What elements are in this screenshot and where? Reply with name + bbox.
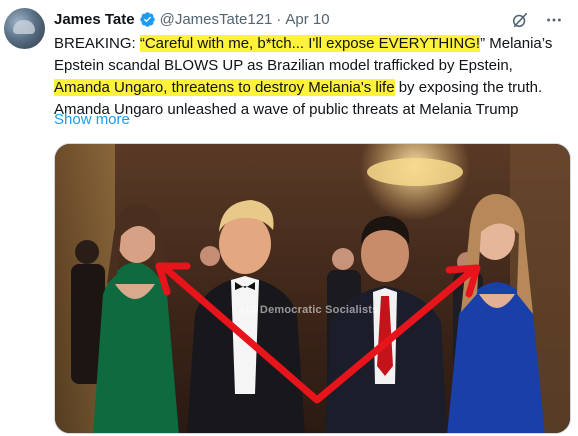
verified-badge-icon[interactable] [139, 11, 156, 28]
user-name[interactable]: James Tate [54, 11, 135, 28]
tweet-text-line: BREAKING: “Careful with me, b*tch... I'l… [54, 33, 574, 55]
avatar-image [13, 20, 35, 34]
separator-dot: · [276, 10, 282, 28]
more-icon[interactable] [544, 10, 564, 30]
highlighted-phrase: Amanda Ungaro, threatens to destroy Mela… [54, 79, 395, 96]
chandelier [367, 158, 463, 186]
grok-icon[interactable] [510, 10, 530, 30]
text-segment: BREAKING: [54, 35, 140, 52]
tweet-actions [510, 10, 564, 30]
user-handle[interactable]: @JamesTate121 [160, 11, 273, 28]
photo-illustration [55, 144, 570, 433]
tweet-header: James Tate @JamesTate121 · Apr 10 [54, 8, 330, 30]
tweet-text-line: Amanda Ungaro unleashed a wave of public… [54, 101, 519, 118]
face [219, 214, 271, 274]
guest-head [332, 248, 354, 270]
tweet-media-photo[interactable]: US Democratic Socialists [54, 143, 571, 434]
guest-head [75, 240, 99, 264]
tweet-text-line: Amanda Ungaro, threatens to destroy Mela… [54, 77, 574, 99]
tweet-text-line: Epstein scandal BLOWS UP as Brazilian mo… [54, 57, 513, 74]
tweet-date[interactable]: Apr 10 [285, 11, 329, 28]
show-more-link[interactable]: Show more [54, 111, 130, 128]
avatar[interactable] [4, 8, 45, 49]
tweet-text: BREAKING: “Careful with me, b*tch... I'l… [54, 33, 574, 121]
tweet: James Tate @JamesTate121 · Apr 10 BREAKI… [0, 0, 578, 436]
guest-head [200, 246, 220, 266]
photo-watermark: US Democratic Socialists [241, 304, 379, 316]
text-segment: by exposing the truth. [394, 79, 543, 96]
highlighted-quote: “Careful with me, b*tch... I'll expose E… [139, 35, 481, 52]
text-segment: ” Melania’s [480, 35, 553, 52]
